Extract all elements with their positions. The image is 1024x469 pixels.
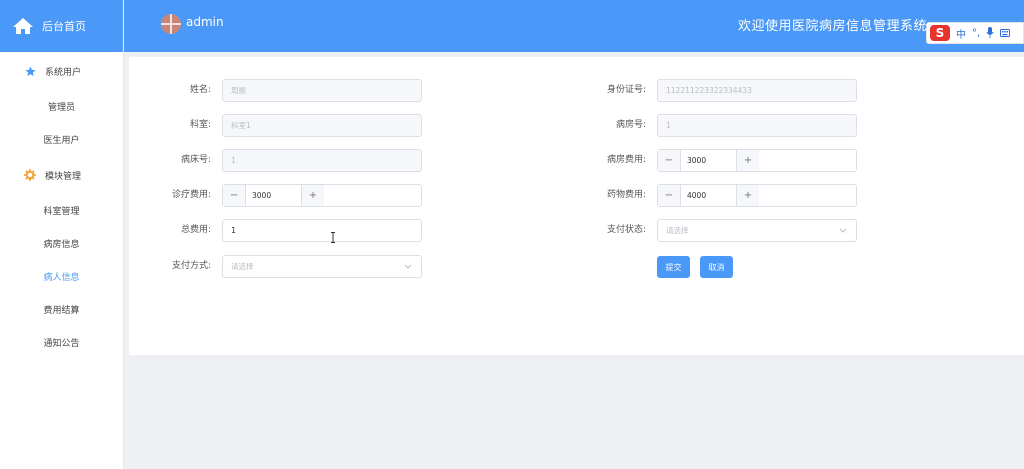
sidebar-item-room-info[interactable]: 病房信息 bbox=[0, 227, 123, 260]
submit-button[interactable]: 提交 bbox=[657, 256, 690, 278]
sidebar-home-label: 后台首页 bbox=[42, 20, 86, 33]
name-label: 姓名: bbox=[189, 85, 211, 95]
dept-label: 科室: bbox=[189, 120, 211, 130]
treatment-fee-stepper[interactable]: − 3000 + bbox=[222, 184, 422, 207]
admin-username[interactable]: admin bbox=[186, 15, 224, 29]
welcome-title: 欢迎使用医院病房信息管理系统 bbox=[738, 19, 928, 34]
pay-method-select[interactable]: 请选择 bbox=[222, 255, 422, 278]
room-no-label: 病房号: bbox=[615, 120, 646, 130]
treatment-fee-value[interactable]: 3000 bbox=[246, 185, 301, 206]
room-no-input[interactable]: 1 bbox=[657, 114, 857, 137]
pay-method-placeholder: 请选择 bbox=[231, 262, 254, 271]
sidebar-item-patient-info[interactable]: 病人信息 bbox=[0, 260, 123, 293]
treatment-fee-decrement-button[interactable]: − bbox=[223, 185, 246, 206]
pay-status-select[interactable]: 请选择 bbox=[657, 219, 857, 242]
total-fee-input[interactable]: 1 bbox=[222, 219, 422, 242]
sogou-logo-icon[interactable]: S bbox=[930, 25, 950, 41]
cancel-button[interactable]: 取消 bbox=[700, 256, 733, 278]
bed-no-input[interactable]: 1 bbox=[222, 149, 422, 172]
ime-punct-toggle[interactable]: °, bbox=[972, 28, 980, 39]
sidebar-item-notices[interactable]: 通知公告 bbox=[0, 326, 123, 359]
chevron-down-icon bbox=[839, 228, 847, 233]
drug-fee-label: 药物费用: bbox=[606, 190, 646, 200]
avatar[interactable] bbox=[161, 14, 181, 34]
drug-fee-stepper[interactable]: − 4000 + bbox=[657, 184, 857, 207]
microphone-icon[interactable] bbox=[986, 27, 994, 39]
home-icon bbox=[13, 18, 33, 34]
room-fee-label: 病房费用: bbox=[606, 155, 646, 165]
gear-icon bbox=[24, 169, 36, 181]
drug-fee-value[interactable]: 4000 bbox=[681, 185, 736, 206]
drug-fee-increment-button[interactable]: + bbox=[736, 185, 759, 206]
sidebar-item-doctor-users[interactable]: 医生用户 bbox=[0, 123, 123, 156]
name-input[interactable]: 周振 bbox=[222, 79, 422, 102]
treatment-fee-increment-button[interactable]: + bbox=[301, 185, 324, 206]
sidebar-home[interactable]: 后台首页 bbox=[0, 0, 123, 52]
chevron-down-icon bbox=[404, 264, 412, 269]
keyboard-icon[interactable] bbox=[1000, 28, 1011, 38]
room-fee-stepper[interactable]: − 3000 + bbox=[657, 149, 857, 172]
drug-fee-decrement-button[interactable]: − bbox=[658, 185, 681, 206]
room-fee-increment-button[interactable]: + bbox=[736, 150, 759, 171]
dept-input[interactable]: 科室1 bbox=[222, 114, 422, 137]
room-fee-decrement-button[interactable]: − bbox=[658, 150, 681, 171]
ime-mode-toggle[interactable]: 中 bbox=[956, 26, 966, 41]
pay-status-placeholder: 请选择 bbox=[666, 226, 689, 235]
sidebar-item-dept-management[interactable]: 科室管理 bbox=[0, 194, 123, 227]
ime-toolbar[interactable]: S 中 °, bbox=[926, 22, 1024, 44]
room-fee-value[interactable]: 3000 bbox=[681, 150, 736, 171]
pay-status-label: 支付状态: bbox=[606, 225, 646, 235]
patient-form-panel: 姓名: 周振 身份证号: 112211223322334433 科室: 科室1 … bbox=[129, 57, 1024, 355]
bed-no-label: 病床号: bbox=[180, 155, 211, 165]
star-icon bbox=[24, 65, 36, 77]
sidebar: 后台首页 系统用户 管理员 医生用户 模块管理 科室管理 病房信息 病人信息 费… bbox=[0, 0, 124, 469]
id-card-input[interactable]: 112211223322334433 bbox=[657, 79, 857, 102]
sidebar-item-admins[interactable]: 管理员 bbox=[0, 90, 123, 123]
pay-method-label: 支付方式: bbox=[171, 261, 211, 271]
sidebar-group-system-users[interactable]: 系统用户 bbox=[0, 52, 123, 90]
sidebar-group-module-management[interactable]: 模块管理 bbox=[0, 156, 123, 194]
treatment-fee-label: 诊疗费用: bbox=[171, 190, 211, 200]
sidebar-item-fee-settlement[interactable]: 费用结算 bbox=[0, 293, 123, 326]
id-card-label: 身份证号: bbox=[606, 85, 646, 95]
total-fee-label: 总费用: bbox=[180, 225, 211, 235]
sidebar-group-label: 系统用户 bbox=[45, 67, 82, 78]
text-cursor-icon bbox=[331, 232, 335, 243]
top-header: admin 欢迎使用医院病房信息管理系统 bbox=[124, 0, 1024, 52]
sidebar-group-label: 模块管理 bbox=[45, 171, 82, 182]
